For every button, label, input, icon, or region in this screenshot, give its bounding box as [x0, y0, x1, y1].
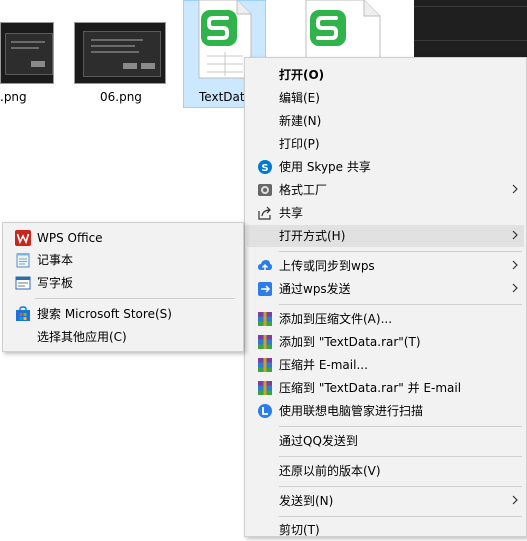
menu-item-label: 剪切(T)	[279, 523, 320, 537]
menu-item-label: 新建(N)	[279, 114, 322, 128]
menu-item-send-qq[interactable]: 通过QQ发送到	[247, 430, 524, 452]
file-item-png[interactable]: .png	[0, 0, 70, 110]
menu-item-open-with[interactable]: 打开方式(H)	[247, 225, 524, 247]
chevron-right-icon	[512, 230, 518, 240]
menu-item-cut[interactable]: 剪切(T)	[247, 519, 524, 541]
submenu-item-wordpad[interactable]: 写字板	[5, 272, 241, 294]
winrar-icon	[258, 381, 272, 395]
menu-item-label: 压缩到 "TextData.rar" 并 E-mail	[279, 381, 462, 395]
submenu-item-choose-other-app[interactable]: 选择其他应用(C)	[5, 326, 241, 348]
menu-separator	[279, 251, 522, 252]
chevron-right-icon	[512, 184, 518, 194]
menu-separator	[279, 516, 522, 517]
menu-separator	[279, 486, 522, 487]
menu-item-format-factory[interactable]: 格式工厂	[247, 179, 524, 201]
menu-item-label: 格式工厂	[279, 183, 328, 197]
send-arrow-icon	[258, 282, 272, 296]
menu-item-share[interactable]: 共享	[247, 202, 524, 224]
submenu-item-notepad[interactable]: 记事本	[5, 249, 241, 271]
menu-item-label: 使用联想电脑管家进行扫描	[279, 404, 424, 418]
image-thumbnail	[0, 22, 54, 84]
menu-item-add-textdata-rar[interactable]: 添加到 "TextData.rar"(T)	[247, 331, 524, 353]
submenu-item-label: WPS Office	[37, 231, 103, 245]
file-name: TextDat	[199, 90, 245, 104]
cloud-upload-icon	[258, 260, 272, 271]
menu-item-send-wps[interactable]: 通过wps发送	[247, 278, 524, 300]
menu-item-open[interactable]: 打开(O)	[247, 64, 524, 86]
notepad-icon	[16, 253, 30, 268]
menu-separator	[279, 304, 522, 305]
file-item-06-png[interactable]: 06.png	[70, 0, 170, 110]
file-name: .png	[0, 90, 27, 104]
menu-item-label: 通过wps发送	[279, 282, 351, 296]
menu-item-label: 通过QQ发送到	[279, 434, 358, 448]
submenu-item-microsoft-store[interactable]: 搜索 Microsoft Store(S)	[5, 303, 241, 325]
menu-item-skype-share[interactable]: S 使用 Skype 共享	[247, 156, 524, 178]
menu-item-label: 使用 Skype 共享	[279, 160, 371, 174]
wordpad-icon	[15, 276, 31, 290]
menu-item-add-archive[interactable]: 添加到压缩文件(A)...	[247, 308, 524, 330]
context-menu: 打开(O) 编辑(E) 新建(N) 打印(P) S 使用 Skype 共享 格式…	[244, 57, 527, 537]
skype-icon: S	[258, 160, 272, 174]
winrar-icon	[258, 335, 272, 349]
file-name: 06.png	[100, 90, 142, 104]
menu-item-label: 打开方式(H)	[279, 229, 346, 243]
lenovo-scan-icon	[258, 404, 272, 418]
menu-item-label: 添加到 "TextData.rar"(T)	[279, 335, 421, 349]
winrar-icon	[258, 312, 272, 326]
file-item-wps-doc[interactable]	[290, 0, 390, 60]
submenu-item-wps-office[interactable]: WPS Office	[5, 227, 241, 249]
submenu-item-label: 记事本	[37, 253, 74, 267]
submenu-item-label: 搜索 Microsoft Store(S)	[37, 307, 172, 321]
menu-item-label: 压缩并 E-mail...	[279, 358, 368, 372]
menu-item-upload-wps[interactable]: 上传或同步到wps	[247, 255, 524, 277]
format-factory-icon	[258, 184, 272, 196]
menu-item-compress-email[interactable]: 压缩并 E-mail...	[247, 354, 524, 376]
menu-item-restore-versions[interactable]: 还原以前的版本(V)	[247, 460, 524, 482]
submenu-separator	[35, 298, 235, 299]
microsoft-store-icon	[16, 306, 30, 321]
menu-item-new[interactable]: 新建(N)	[247, 110, 524, 132]
menu-item-compress-textdata-email[interactable]: 压缩到 "TextData.rar" 并 E-mail	[247, 377, 524, 399]
wps-document-icon	[305, 0, 381, 60]
chevron-right-icon	[512, 260, 518, 270]
dark-thumbnail-area	[414, 0, 527, 60]
menu-item-label: 添加到压缩文件(A)...	[279, 312, 393, 326]
svg-text:S: S	[261, 163, 268, 174]
menu-item-label: 发送到(N)	[279, 494, 334, 508]
menu-item-edit[interactable]: 编辑(E)	[247, 87, 524, 109]
menu-item-label: 上传或同步到wps	[279, 259, 375, 273]
submenu-item-label: 选择其他应用(C)	[37, 330, 127, 344]
menu-item-label: 打开(O)	[279, 68, 325, 82]
image-thumbnail	[74, 22, 166, 84]
wps-office-icon	[15, 230, 31, 246]
menu-item-print[interactable]: 打印(P)	[247, 133, 524, 155]
menu-item-label: 还原以前的版本(V)	[279, 464, 381, 478]
menu-item-lenovo-scan[interactable]: 使用联想电脑管家进行扫描	[247, 400, 524, 422]
winrar-icon	[258, 358, 272, 372]
menu-item-label: 打印(P)	[279, 137, 320, 151]
menu-item-label: 共享	[279, 206, 304, 220]
submenu-item-label: 写字板	[37, 276, 74, 290]
open-with-submenu: WPS Office 记事本 写字板 搜索 Microsoft Store(S)…	[2, 222, 244, 352]
chevron-right-icon	[512, 283, 518, 293]
menu-item-send-to[interactable]: 发送到(N)	[247, 490, 524, 512]
menu-item-label: 编辑(E)	[279, 91, 320, 105]
menu-separator	[279, 456, 522, 457]
menu-separator	[279, 426, 522, 427]
share-icon	[258, 206, 271, 220]
chevron-right-icon	[512, 495, 518, 505]
